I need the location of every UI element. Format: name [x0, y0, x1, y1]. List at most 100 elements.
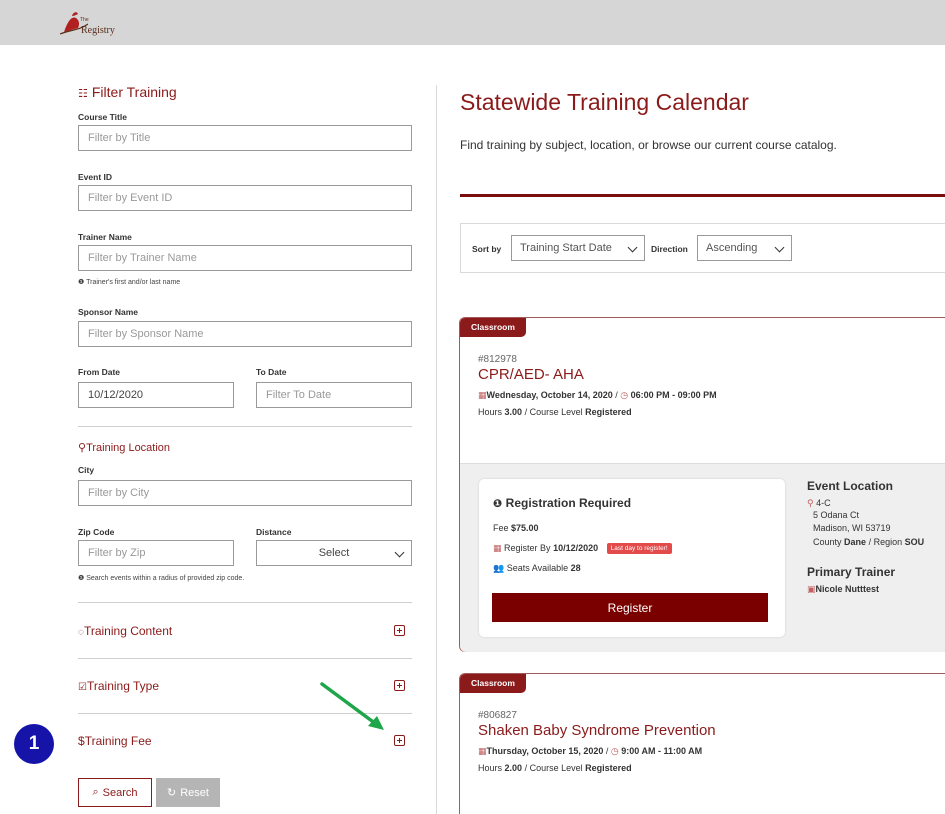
- seats-line: 👥 Seats Available 28: [493, 563, 581, 574]
- seats-value: 28: [570, 563, 581, 573]
- divider: [78, 426, 412, 427]
- clock-icon: ◷: [610, 746, 619, 756]
- filter-training-title: ☷ Filter Training: [78, 84, 177, 100]
- event-time: 06:00 PM - 09:00 PM: [630, 390, 717, 400]
- register-by-label: Register By: [504, 543, 551, 553]
- filter-title-text: Filter Training: [91, 84, 177, 100]
- training-type-text: Training Type: [86, 679, 160, 693]
- sort-by-select[interactable]: Training Start Date: [511, 235, 645, 261]
- sort-bar: Sort by Training Start Date Direction As…: [460, 223, 945, 273]
- register-button[interactable]: Register: [492, 593, 768, 622]
- location-name-line: ⚲ 4-C: [807, 498, 831, 509]
- map-pin-icon: ⚲: [78, 442, 87, 454]
- expand-training-type-icon[interactable]: [394, 680, 405, 691]
- chevron-down-icon: [627, 242, 638, 253]
- hours-label: Hours: [478, 763, 503, 773]
- logo-text: Registry: [81, 25, 115, 36]
- title-rule: [460, 194, 945, 197]
- reset-button-label: Reset: [180, 786, 209, 799]
- info-icon: ❶: [78, 575, 85, 582]
- zip-code-label: Zip Code: [78, 527, 115, 537]
- training-location-text: Training Location: [86, 442, 171, 454]
- event-id-input[interactable]: Filter by Event ID: [78, 185, 412, 211]
- direction-select[interactable]: Ascending: [697, 235, 792, 261]
- reset-button[interactable]: ↻ Reset: [156, 778, 220, 807]
- from-date-label: From Date: [78, 367, 121, 377]
- trainer-hint: ❶ Trainer's first and/or last name: [78, 278, 180, 286]
- hours-label: Hours: [478, 407, 503, 417]
- course-title-input[interactable]: Filter by Title: [78, 125, 412, 151]
- direction-value: Ascending: [706, 242, 758, 254]
- distance-label: Distance: [256, 527, 292, 537]
- sponsor-name-label: Sponsor Name: [78, 307, 138, 317]
- to-date-label: To Date: [256, 367, 287, 377]
- sort-by-label: Sort by: [472, 244, 502, 254]
- info-icon: ❶: [493, 498, 503, 510]
- dollar-icon: $: [78, 734, 85, 748]
- event-card[interactable]: Classroom #812978 CPR/AED- AHA ▦Wednesda…: [459, 317, 945, 652]
- city-input[interactable]: Filter by City: [78, 480, 412, 506]
- registration-box: ❶ Registration Required Fee $75.00 ▦ Reg…: [479, 479, 785, 637]
- divider: [78, 658, 412, 659]
- training-type-section[interactable]: ☑Training Type: [78, 679, 159, 693]
- info-icon: ❶: [78, 279, 85, 286]
- event-id: #806827: [478, 710, 517, 721]
- city-label: City: [78, 465, 95, 475]
- fee-value: $75.00: [511, 523, 539, 533]
- event-datetime: ▦Thursday, October 15, 2020 / ◷ 9:00 AM …: [478, 746, 703, 756]
- trainer-hint-text: Trainer's first and/or last name: [86, 279, 181, 286]
- expand-training-content-icon[interactable]: [394, 625, 405, 636]
- search-button[interactable]: ⌕ Search: [78, 778, 152, 807]
- top-header-bar: The Registry: [0, 0, 945, 45]
- sponsor-name-input[interactable]: Filter by Sponsor Name: [78, 321, 412, 347]
- course-level-label: Course Level: [529, 763, 583, 773]
- county-label: County: [813, 537, 842, 547]
- register-by-line: ▦ Register By 10/12/2020 Last day to reg…: [493, 543, 672, 554]
- event-datetime: ▦Wednesday, October 14, 2020 / ◷ 06:00 P…: [478, 390, 717, 400]
- register-by-value: 10/12/2020: [553, 543, 599, 553]
- training-location-title: ⚲Training Location: [78, 441, 170, 454]
- refresh-icon: ↻: [167, 787, 177, 799]
- to-date-input[interactable]: Filter To Date: [256, 382, 412, 408]
- event-hours: Hours 2.00 / Course Level Registered: [478, 763, 632, 773]
- event-id: #812978: [478, 354, 517, 365]
- event-date: Wednesday, October 14, 2020: [486, 390, 613, 400]
- clock-icon: ◷: [620, 390, 629, 400]
- sliders-icon: ☷: [78, 88, 88, 100]
- primary-trainer-heading: Primary Trainer: [807, 565, 896, 579]
- calendar-icon: ▦: [493, 543, 502, 553]
- event-card[interactable]: Classroom #806827 Shaken Baby Syndrome P…: [459, 673, 945, 814]
- registry-logo[interactable]: The Registry: [60, 10, 130, 38]
- page-subtitle: Find training by subject, location, or b…: [460, 138, 837, 152]
- trainer-name[interactable]: Nicole Nutttest: [816, 584, 880, 594]
- zip-code-input[interactable]: Filter by Zip: [78, 540, 234, 566]
- training-fee-text: Training Fee: [84, 734, 152, 748]
- training-fee-section[interactable]: $Training Fee: [78, 734, 152, 748]
- course-title-label: Course Title: [78, 112, 127, 122]
- distance-value: Select: [318, 547, 350, 559]
- chevron-down-icon: [394, 547, 405, 558]
- event-title[interactable]: Shaken Baby Syndrome Prevention: [478, 722, 716, 739]
- trainer-name-input[interactable]: Filter by Trainer Name: [78, 245, 412, 271]
- hours-value: 3.00: [504, 407, 523, 417]
- county-region-line: County Dane / Region SOU: [813, 537, 925, 547]
- registration-title-text: Registration Required: [505, 496, 632, 510]
- training-content-text: Training Content: [83, 624, 173, 638]
- logo-small-text: The: [80, 17, 89, 23]
- distance-select[interactable]: Select: [256, 540, 412, 566]
- event-location-heading: Event Location: [807, 479, 894, 493]
- event-time: 9:00 AM - 11:00 AM: [621, 746, 703, 756]
- map-pin-icon: ⚲: [807, 498, 814, 508]
- from-date-input[interactable]: 10/12/2020: [78, 382, 234, 408]
- expand-training-fee-icon[interactable]: [394, 735, 405, 746]
- classroom-tag: Classroom: [460, 318, 526, 337]
- event-title[interactable]: CPR/AED- AHA: [478, 366, 584, 383]
- search-icon: ⌕: [92, 786, 99, 798]
- hours-value: 2.00: [504, 763, 523, 773]
- fee-line: Fee $75.00: [493, 523, 539, 533]
- event-details-panel: ❶ Registration Required Fee $75.00 ▦ Reg…: [460, 463, 945, 652]
- calendar-icon: ▦: [478, 390, 487, 400]
- classroom-tag: Classroom: [460, 674, 526, 693]
- last-day-badge: Last day to register!: [606, 543, 672, 554]
- training-content-section[interactable]: ◌Training Content: [78, 624, 172, 638]
